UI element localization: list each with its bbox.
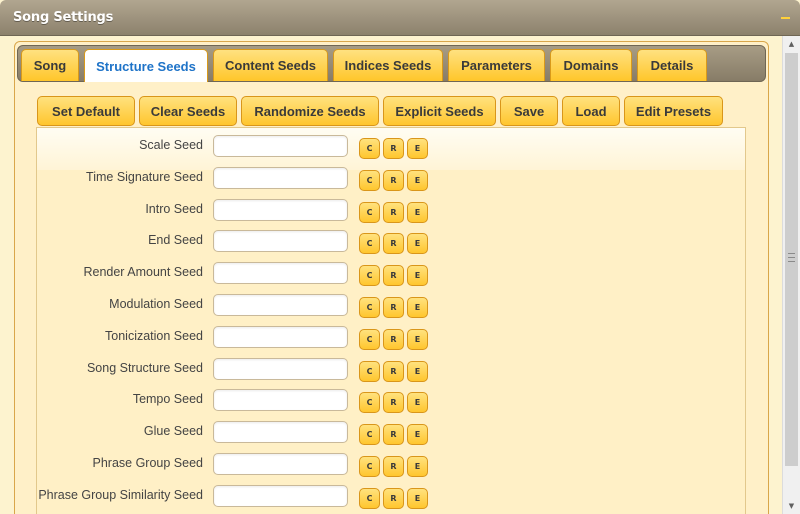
tonicization-seed-r-button[interactable]: R xyxy=(383,329,404,350)
time-signature-seed-label: Time Signature Seed xyxy=(86,170,203,184)
scale-seed-c-button[interactable]: C xyxy=(359,138,380,159)
scale-seed-input[interactable] xyxy=(213,135,348,157)
explicit-seeds-button[interactable]: Explicit Seeds xyxy=(383,96,496,126)
glue-seed-input[interactable] xyxy=(213,421,348,443)
time-signature-seed-r-button[interactable]: R xyxy=(383,170,404,191)
end-seed-r-button[interactable]: R xyxy=(383,233,404,254)
phrase-group-seed-c-button[interactable]: C xyxy=(359,456,380,477)
tempo-seed-c-button[interactable]: C xyxy=(359,392,380,413)
randomize-seeds-button[interactable]: Randomize Seeds xyxy=(241,96,379,126)
phrase-group-similarity-seed-label: Phrase Group Similarity Seed xyxy=(38,488,203,502)
tab-structure-seeds[interactable]: Structure Seeds xyxy=(84,49,208,82)
tempo-seed-label: Tempo Seed xyxy=(132,392,203,406)
collapse-button[interactable] xyxy=(776,8,794,28)
vertical-scrollbar[interactable]: ▲ ▼ xyxy=(782,36,800,514)
save-button[interactable]: Save xyxy=(500,96,558,126)
modulation-seed-label: Modulation Seed xyxy=(109,297,203,311)
scroll-thumb[interactable] xyxy=(785,53,798,466)
time-signature-seed-e-button[interactable]: E xyxy=(407,170,428,191)
tempo-seed-input[interactable] xyxy=(213,389,348,411)
tab-parameters[interactable]: Parameters xyxy=(448,49,545,81)
tab-details[interactable]: Details xyxy=(637,49,707,81)
intro-seed-label: Intro Seed xyxy=(145,202,203,216)
end-seed-e-button[interactable]: E xyxy=(407,233,428,254)
scroll-up-button[interactable]: ▲ xyxy=(783,36,800,52)
glue-seed-e-button[interactable]: E xyxy=(407,424,428,445)
clear-seeds-button[interactable]: Clear Seeds xyxy=(139,96,237,126)
window-title: Song Settings xyxy=(13,10,114,25)
intro-seed-r-button[interactable]: R xyxy=(383,202,404,223)
modulation-seed-r-button[interactable]: R xyxy=(383,297,404,318)
grip-icon xyxy=(788,253,795,262)
song-structure-seed-e-button[interactable]: E xyxy=(407,361,428,382)
phrase-group-similarity-seed-r-button[interactable]: R xyxy=(383,488,404,509)
triangle-down-icon: ▼ xyxy=(788,502,795,510)
phrase-group-seed-e-button[interactable]: E xyxy=(407,456,428,477)
song-structure-seed-label: Song Structure Seed xyxy=(86,361,203,375)
glue-seed-c-button[interactable]: C xyxy=(359,424,380,445)
render-amount-seed-e-button[interactable]: E xyxy=(407,265,428,286)
song-structure-seed-input[interactable] xyxy=(213,358,348,380)
time-signature-seed-input[interactable] xyxy=(213,167,348,189)
time-signature-seed-c-button[interactable]: C xyxy=(359,170,380,191)
tab-domains[interactable]: Domains xyxy=(550,49,632,81)
phrase-group-seed-label: Phrase Group Seed xyxy=(92,456,204,470)
tonicization-seed-c-button[interactable]: C xyxy=(359,329,380,350)
window-title-bar: Song Settings xyxy=(0,0,800,36)
intro-seed-c-button[interactable]: C xyxy=(359,202,380,223)
song-structure-seed-r-button[interactable]: R xyxy=(383,361,404,382)
scroll-down-button[interactable]: ▼ xyxy=(783,498,800,514)
tab-song[interactable]: Song xyxy=(21,49,79,81)
tempo-seed-r-button[interactable]: R xyxy=(383,392,404,413)
phrase-group-seed-input[interactable] xyxy=(213,453,348,475)
glue-seed-r-button[interactable]: R xyxy=(383,424,404,445)
scale-seed-e-button[interactable]: E xyxy=(407,138,428,159)
edit-presets-button[interactable]: Edit Presets xyxy=(624,96,723,126)
intro-seed-input[interactable] xyxy=(213,199,348,221)
glue-seed-label: Glue Seed xyxy=(143,424,203,438)
load-button[interactable]: Load xyxy=(562,96,620,126)
phrase-group-similarity-seed-c-button[interactable]: C xyxy=(359,488,380,509)
render-amount-seed-c-button[interactable]: C xyxy=(359,265,380,286)
modulation-seed-c-button[interactable]: C xyxy=(359,297,380,318)
render-amount-seed-input[interactable] xyxy=(213,262,348,284)
modulation-seed-e-button[interactable]: E xyxy=(407,297,428,318)
phrase-group-seed-r-button[interactable]: R xyxy=(383,456,404,477)
scale-seed-r-button[interactable]: R xyxy=(383,138,404,159)
song-structure-seed-c-button[interactable]: C xyxy=(359,361,380,382)
minus-icon xyxy=(780,17,790,19)
tab-content-seeds[interactable]: Content Seeds xyxy=(213,49,328,81)
intro-seed-e-button[interactable]: E xyxy=(407,202,428,223)
tonicization-seed-label: Tonicization Seed xyxy=(105,329,203,343)
triangle-up-icon: ▲ xyxy=(788,40,795,48)
render-amount-seed-label: Render Amount Seed xyxy=(83,265,203,279)
scale-seed-label: Scale Seed xyxy=(139,138,203,152)
set-default-button[interactable]: Set Default xyxy=(37,96,135,126)
phrase-group-similarity-seed-e-button[interactable]: E xyxy=(407,488,428,509)
end-seed-input[interactable] xyxy=(213,230,348,252)
modulation-seed-input[interactable] xyxy=(213,294,348,316)
tab-indices-seeds[interactable]: Indices Seeds xyxy=(333,49,443,81)
end-seed-c-button[interactable]: C xyxy=(359,233,380,254)
tempo-seed-e-button[interactable]: E xyxy=(407,392,428,413)
tonicization-seed-e-button[interactable]: E xyxy=(407,329,428,350)
tonicization-seed-input[interactable] xyxy=(213,326,348,348)
render-amount-seed-r-button[interactable]: R xyxy=(383,265,404,286)
phrase-group-similarity-seed-input[interactable] xyxy=(213,485,348,507)
end-seed-label: End Seed xyxy=(148,233,203,247)
